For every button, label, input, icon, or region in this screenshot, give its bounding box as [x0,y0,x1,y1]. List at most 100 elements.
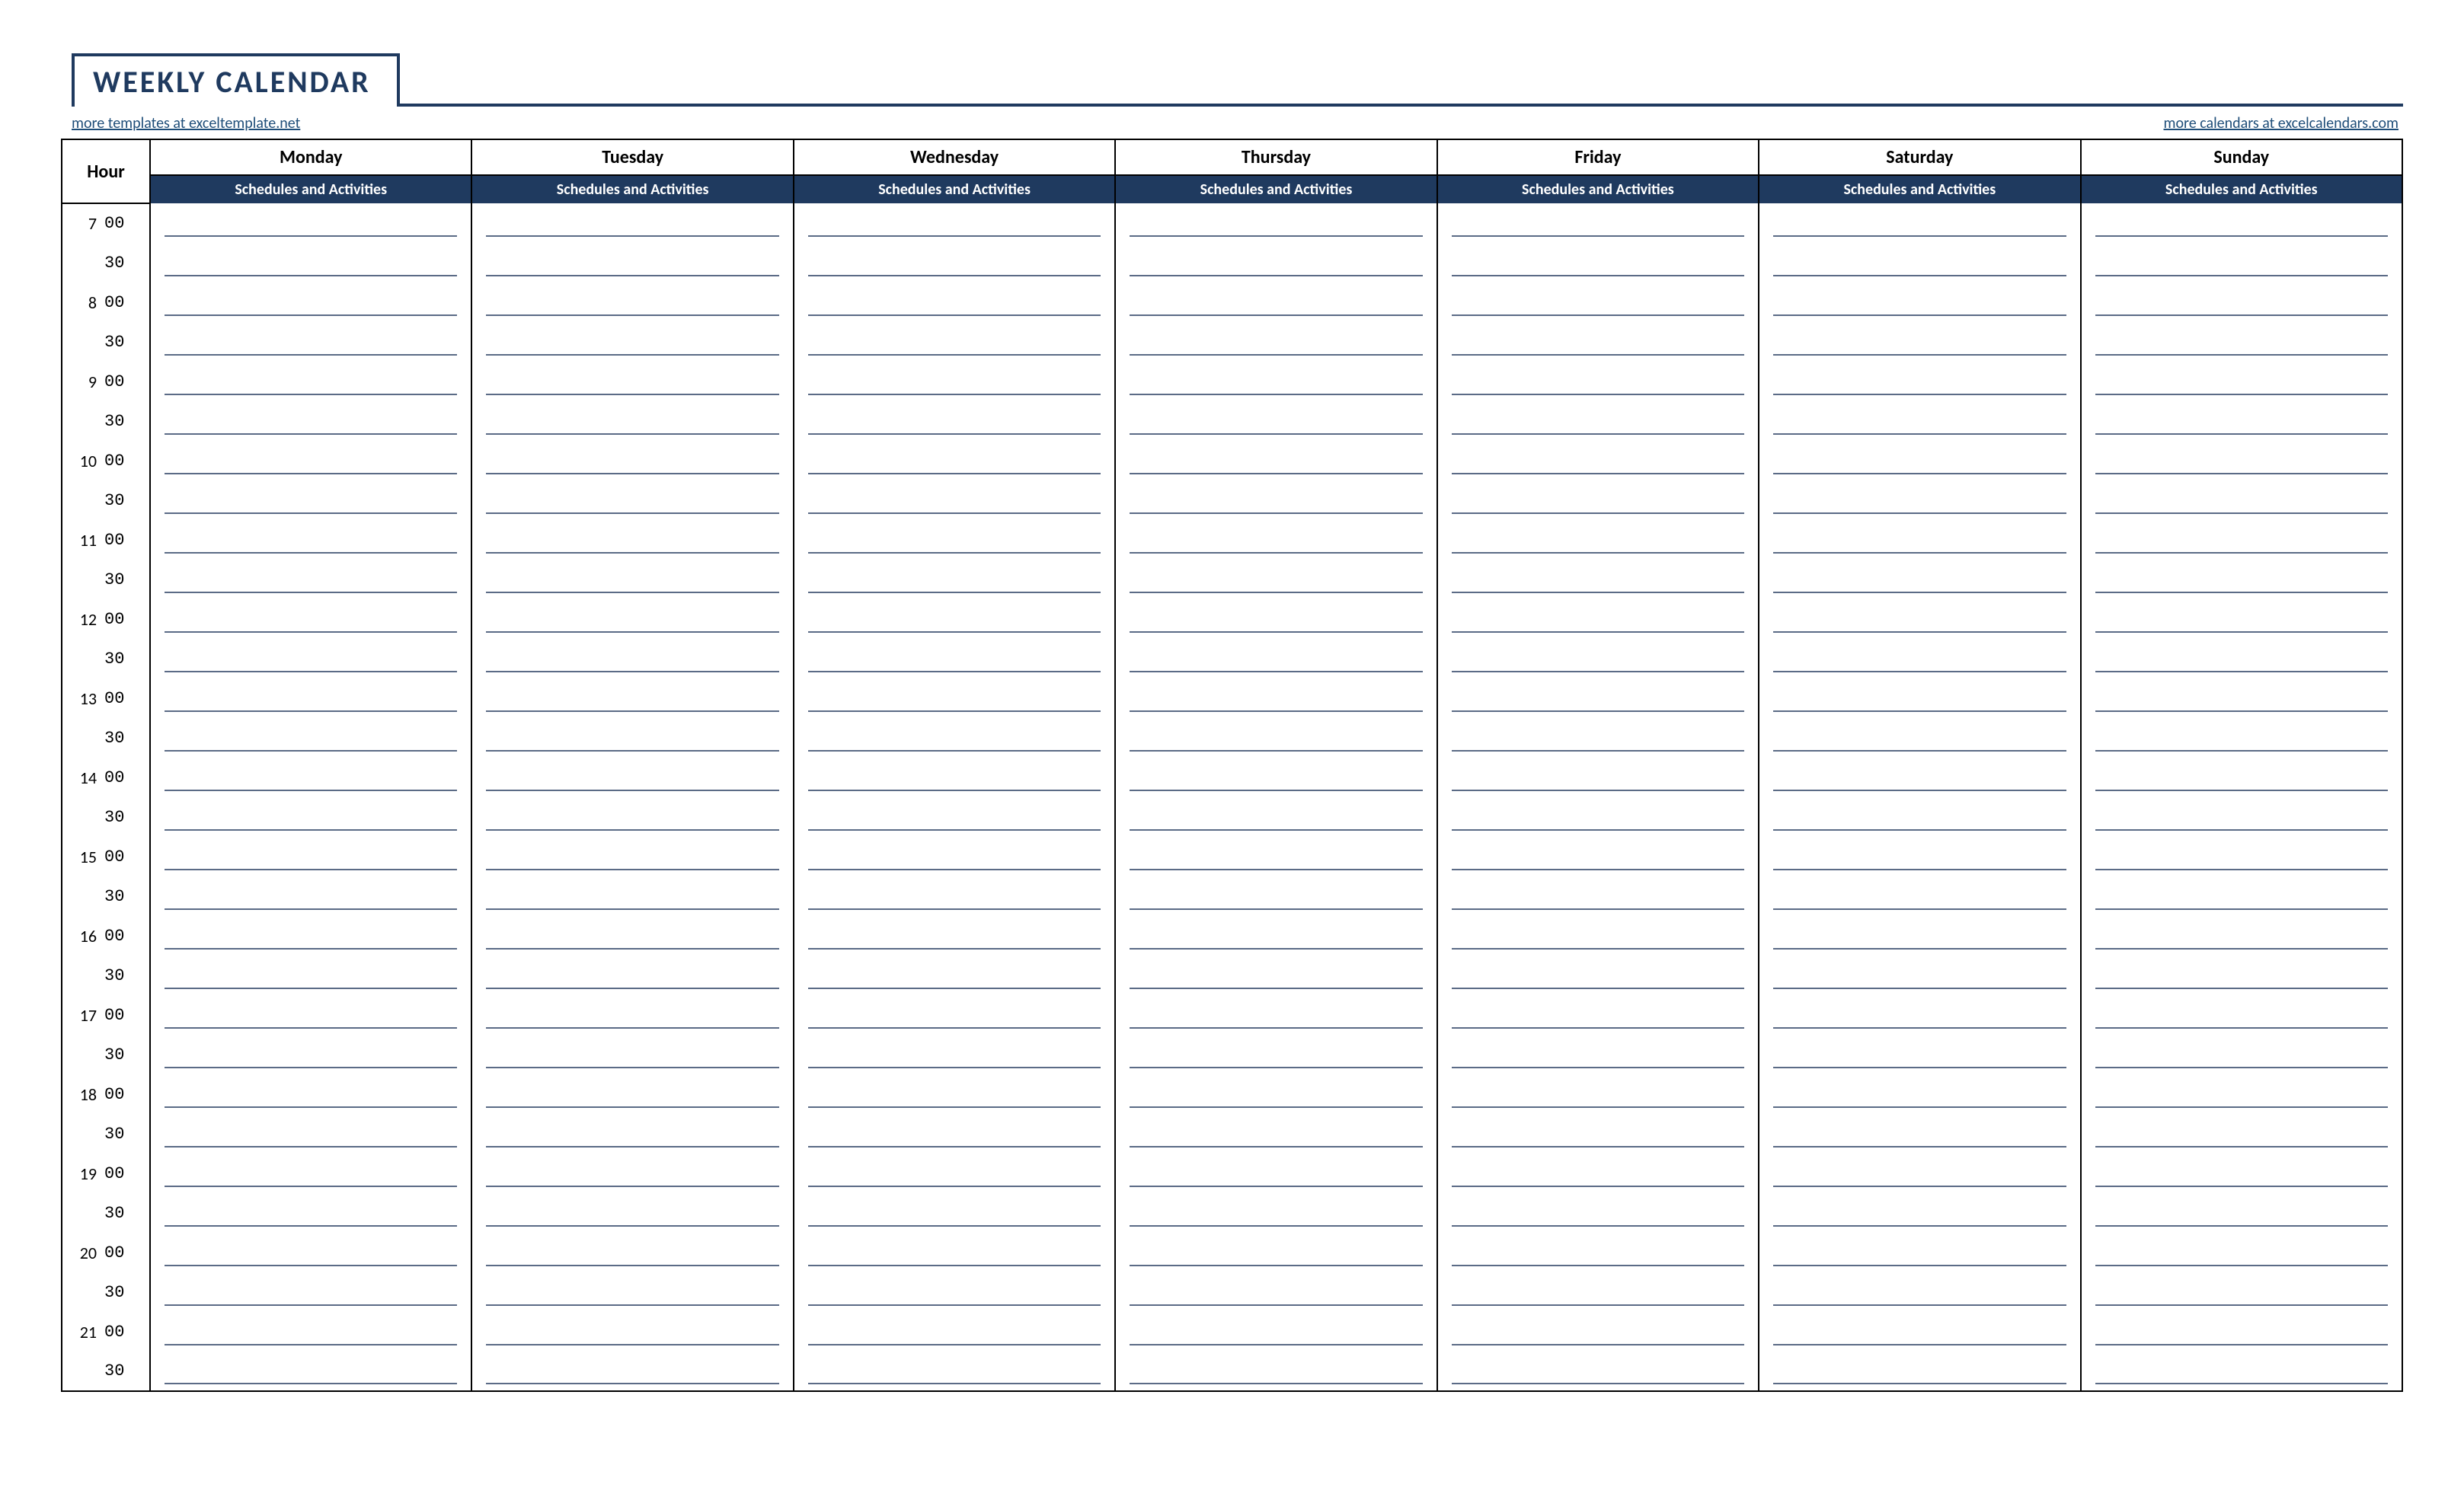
schedule-slot[interactable] [2081,362,2402,401]
schedule-slot[interactable] [1759,718,2080,758]
schedule-slot[interactable] [2081,956,2402,995]
schedule-slot[interactable] [150,718,471,758]
schedule-slot[interactable] [2081,1074,2402,1114]
schedule-slot[interactable] [471,1193,793,1233]
schedule-slot[interactable] [794,916,1115,956]
schedule-slot[interactable] [1437,837,1759,876]
schedule-slot[interactable] [150,322,471,362]
schedule-slot[interactable] [794,876,1115,916]
schedule-slot[interactable] [150,1074,471,1114]
schedule-slot[interactable] [1115,401,1437,441]
schedule-slot[interactable] [1437,758,1759,797]
schedule-slot[interactable] [1437,1272,1759,1312]
schedule-slot[interactable] [1759,916,2080,956]
schedule-slot[interactable] [794,362,1115,401]
schedule-slot[interactable] [1759,956,2080,995]
schedule-slot[interactable] [150,441,471,480]
schedule-slot[interactable] [2081,1312,2402,1352]
schedule-slot[interactable] [471,362,793,401]
schedule-slot[interactable] [150,520,471,560]
schedule-slot[interactable] [1437,480,1759,520]
schedule-slot[interactable] [471,956,793,995]
schedule-slot[interactable] [471,322,793,362]
schedule-slot[interactable] [2081,1154,2402,1193]
schedule-slot[interactable] [2081,203,2402,243]
schedule-slot[interactable] [1759,758,2080,797]
schedule-slot[interactable] [1759,282,2080,322]
schedule-slot[interactable] [1115,560,1437,599]
schedule-slot[interactable] [1437,1154,1759,1193]
schedule-slot[interactable] [1437,322,1759,362]
schedule-slot[interactable] [1115,1233,1437,1272]
schedule-slot[interactable] [1437,995,1759,1035]
schedule-slot[interactable] [1759,1193,2080,1233]
schedule-slot[interactable] [150,995,471,1035]
schedule-slot[interactable] [150,203,471,243]
schedule-slot[interactable] [794,560,1115,599]
schedule-slot[interactable] [794,322,1115,362]
schedule-slot[interactable] [150,797,471,837]
schedule-slot[interactable] [794,1154,1115,1193]
schedule-slot[interactable] [1437,560,1759,599]
schedule-slot[interactable] [2081,480,2402,520]
schedule-slot[interactable] [1437,401,1759,441]
schedule-slot[interactable] [2081,1193,2402,1233]
schedule-slot[interactable] [794,1074,1115,1114]
schedule-slot[interactable] [1115,1154,1437,1193]
schedule-slot[interactable] [794,1233,1115,1272]
schedule-slot[interactable] [471,837,793,876]
schedule-slot[interactable] [794,797,1115,837]
schedule-slot[interactable] [471,243,793,282]
schedule-slot[interactable] [1437,203,1759,243]
schedule-slot[interactable] [1437,441,1759,480]
schedule-slot[interactable] [1115,441,1437,480]
schedule-slot[interactable] [1115,956,1437,995]
schedule-slot[interactable] [1115,995,1437,1035]
schedule-slot[interactable] [1115,1272,1437,1312]
schedule-slot[interactable] [2081,876,2402,916]
schedule-slot[interactable] [1759,401,2080,441]
schedule-slot[interactable] [1115,1114,1437,1154]
schedule-slot[interactable] [1759,203,2080,243]
schedule-slot[interactable] [1115,678,1437,718]
schedule-slot[interactable] [471,203,793,243]
schedule-slot[interactable] [1115,282,1437,322]
schedule-slot[interactable] [1115,837,1437,876]
schedule-slot[interactable] [1115,362,1437,401]
schedule-slot[interactable] [1759,243,2080,282]
schedule-slot[interactable] [794,282,1115,322]
schedule-slot[interactable] [1115,1352,1437,1391]
schedule-slot[interactable] [150,1114,471,1154]
schedule-slot[interactable] [1759,1154,2080,1193]
schedule-slot[interactable] [1115,1035,1437,1074]
schedule-slot[interactable] [471,1233,793,1272]
schedule-slot[interactable] [2081,401,2402,441]
schedule-slot[interactable] [1115,797,1437,837]
schedule-slot[interactable] [2081,1233,2402,1272]
schedule-slot[interactable] [471,560,793,599]
schedule-slot[interactable] [2081,797,2402,837]
schedule-slot[interactable] [150,956,471,995]
schedule-slot[interactable] [1437,520,1759,560]
schedule-slot[interactable] [150,1272,471,1312]
schedule-slot[interactable] [1115,876,1437,916]
schedule-slot[interactable] [471,1312,793,1352]
schedule-slot[interactable] [794,520,1115,560]
schedule-slot[interactable] [150,876,471,916]
schedule-slot[interactable] [150,560,471,599]
schedule-slot[interactable] [1437,639,1759,678]
schedule-slot[interactable] [1759,362,2080,401]
schedule-slot[interactable] [2081,282,2402,322]
schedule-slot[interactable] [471,876,793,916]
schedule-slot[interactable] [1115,1312,1437,1352]
schedule-slot[interactable] [471,401,793,441]
schedule-slot[interactable] [1115,1193,1437,1233]
schedule-slot[interactable] [794,1035,1115,1074]
schedule-slot[interactable] [150,480,471,520]
schedule-slot[interactable] [1115,520,1437,560]
schedule-slot[interactable] [794,1272,1115,1312]
schedule-slot[interactable] [471,441,793,480]
schedule-slot[interactable] [2081,995,2402,1035]
schedule-slot[interactable] [150,639,471,678]
schedule-slot[interactable] [471,1352,793,1391]
